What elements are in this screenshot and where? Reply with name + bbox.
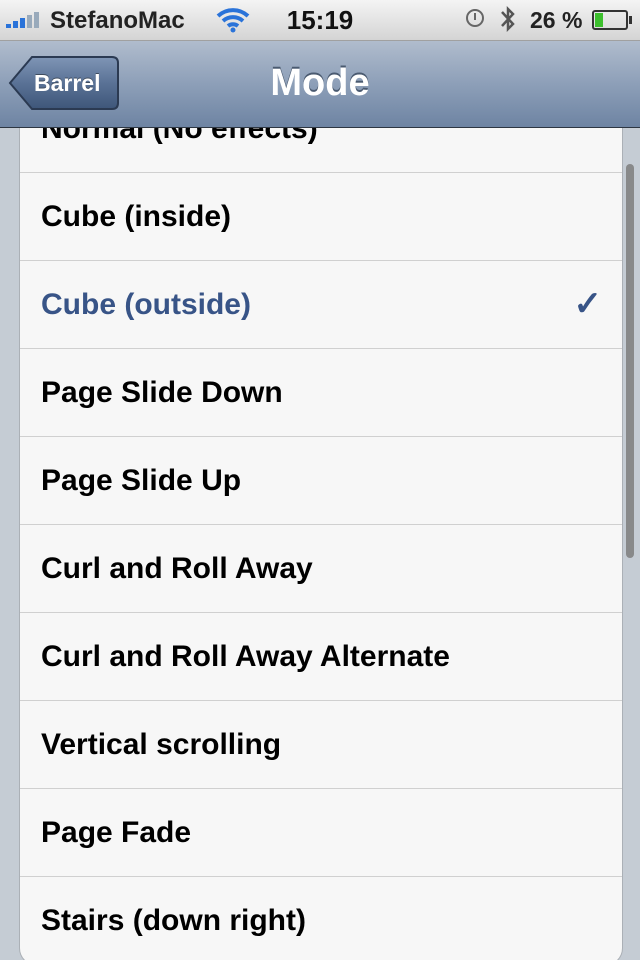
list-item-label: Page Fade xyxy=(41,816,192,849)
list-item[interactable]: Normal (No effects) xyxy=(20,128,622,173)
list-item[interactable]: Cube (outside) ✓ xyxy=(20,261,622,349)
list-item[interactable]: Stairs (down right) xyxy=(20,877,622,960)
list-item-label: Normal (No effects) xyxy=(41,128,318,145)
list-item[interactable]: Page Fade xyxy=(20,789,622,877)
list-item[interactable]: Curl and Roll Away xyxy=(20,525,622,613)
checkmark-icon: ✓ xyxy=(573,285,603,323)
list-item-label: Page Slide Up xyxy=(41,464,242,497)
list-item[interactable]: Page Slide Up xyxy=(20,437,622,525)
list-item-label: Page Slide Down xyxy=(41,376,283,409)
alarm-icon xyxy=(466,9,484,27)
settings-content[interactable]: Normal (No effects) Cube (inside) Cube (ou… xyxy=(0,128,640,960)
battery-fill xyxy=(595,13,603,27)
battery-percent: 26 % xyxy=(530,7,583,33)
battery-icon xyxy=(592,10,632,30)
list-item[interactable]: Curl and Roll Away Alternate xyxy=(20,613,622,701)
list-item-label: Curl and Roll Away xyxy=(41,552,313,585)
list-item-label: Cube (outside) xyxy=(41,288,251,321)
navigation-bar: Barrel Mode xyxy=(0,41,640,128)
list-item-label: Vertical scrolling xyxy=(41,728,282,761)
mode-list: Normal (No effects) Cube (inside) Cube (ou… xyxy=(19,128,623,960)
list-item-label: Curl and Roll Away Alternate xyxy=(41,640,450,673)
list-item[interactable]: Vertical scrolling xyxy=(20,701,622,789)
list-item[interactable]: Cube (inside) xyxy=(20,173,622,261)
list-item[interactable]: Page Slide Down xyxy=(20,349,622,437)
scrollbar[interactable] xyxy=(626,164,634,558)
bluetooth-icon xyxy=(498,4,518,41)
list-item-label: Stairs (down right) xyxy=(41,904,306,937)
page-title: Mode xyxy=(270,62,370,104)
list-item-label: Cube (inside) xyxy=(41,200,232,233)
status-bar: StefanoMac 15:19 26 % xyxy=(0,0,640,41)
